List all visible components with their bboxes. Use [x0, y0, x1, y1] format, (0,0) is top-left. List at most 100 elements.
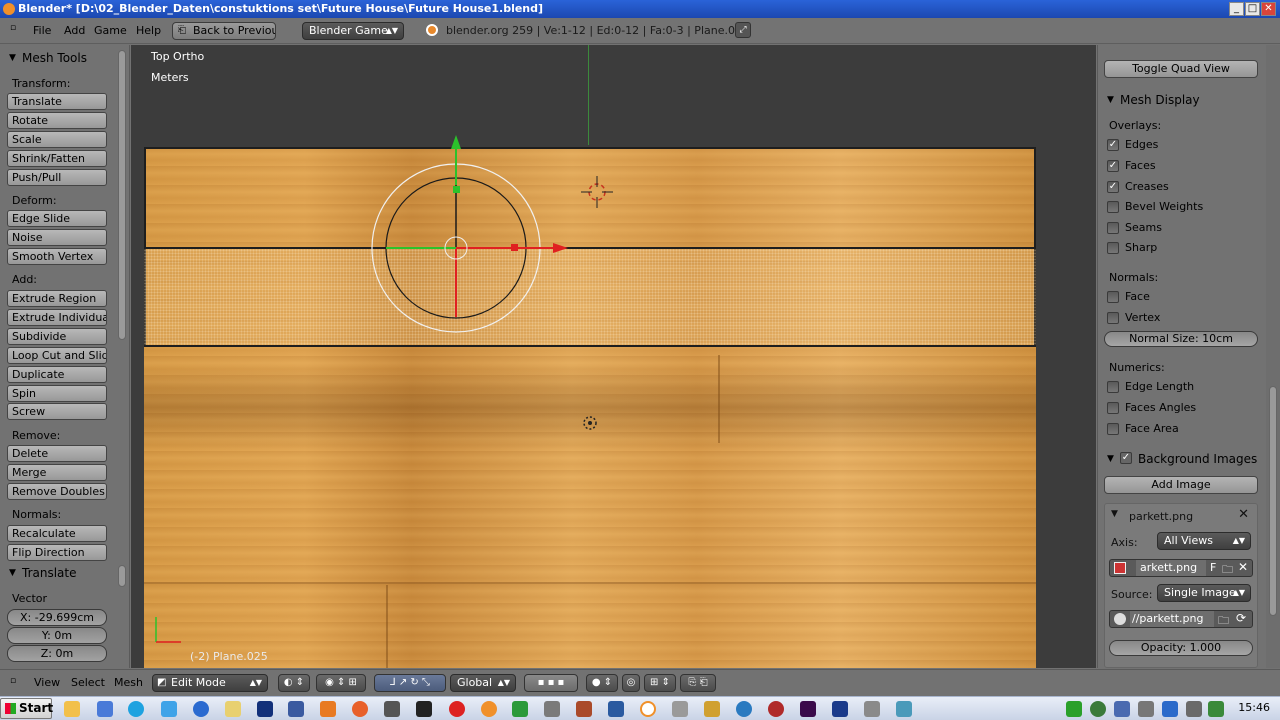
- menu-game[interactable]: Game: [94, 24, 127, 37]
- mode-selector[interactable]: ◩ Edit Mode ▲▼: [152, 674, 268, 692]
- app-icon[interactable]: [864, 701, 880, 717]
- proportional-edit-icon[interactable]: ◎: [622, 674, 640, 692]
- vlc-icon[interactable]: [320, 701, 336, 717]
- explorer-icon[interactable]: [64, 701, 80, 717]
- flip-direction-button[interactable]: Flip Direction: [7, 544, 107, 561]
- face-area-checkbox[interactable]: Face Area: [1107, 422, 1179, 438]
- tray-icon[interactable]: [1138, 701, 1154, 717]
- opacity-field[interactable]: Opacity: 1.000: [1109, 640, 1253, 656]
- mesh-display-header[interactable]: ▼ Mesh Display: [1098, 89, 1264, 111]
- 3d-cursor-icon[interactable]: [581, 176, 613, 208]
- app-icon[interactable]: [384, 701, 400, 717]
- check-icon[interactable]: ✓: [1120, 452, 1132, 464]
- app-icon[interactable]: [704, 701, 720, 717]
- bevel-weights-checkbox[interactable]: Bevel Weights: [1107, 200, 1203, 216]
- word-icon[interactable]: [608, 701, 624, 717]
- render-preview-icon[interactable]: ⎘ ⎗: [680, 674, 716, 692]
- opera-icon[interactable]: [449, 701, 465, 717]
- normal-size-field[interactable]: Normal Size: 10cm: [1104, 331, 1258, 347]
- faces-checkbox[interactable]: ✓ Faces: [1107, 159, 1156, 175]
- remove-image-icon[interactable]: ✕: [1238, 507, 1249, 522]
- background-images-header[interactable]: ▼ ✓ Background Images: [1098, 448, 1264, 470]
- remove-doubles-button[interactable]: Remove Doubles: [7, 483, 107, 500]
- back-to-previous-button[interactable]: ⎗ Back to Previous: [172, 22, 276, 40]
- app-icon[interactable]: [672, 701, 688, 717]
- close-button[interactable]: ✕: [1261, 2, 1276, 16]
- expand-triangle-icon[interactable]: ▼: [1111, 509, 1118, 519]
- photoshop-icon[interactable]: [257, 701, 273, 717]
- blender-active-icon[interactable]: [640, 701, 656, 717]
- merge-button[interactable]: Merge: [7, 464, 107, 481]
- app-icon[interactable]: [544, 701, 560, 717]
- translate-button[interactable]: Translate: [7, 93, 107, 110]
- tray-icon[interactable]: [1066, 701, 1082, 717]
- vector-z-field[interactable]: Z: 0m: [7, 645, 107, 662]
- select-menu[interactable]: Select: [71, 676, 105, 689]
- duplicate-button[interactable]: Duplicate: [7, 366, 107, 383]
- skype-icon[interactable]: [128, 701, 144, 717]
- x-arrow-head-icon[interactable]: [553, 243, 568, 253]
- app-icon[interactable]: [512, 701, 528, 717]
- mesh-tools-panel-header[interactable]: ▼ Mesh Tools: [0, 47, 118, 69]
- toggle-quad-view-button[interactable]: Toggle Quad View: [1104, 60, 1258, 78]
- rotate-button[interactable]: Rotate: [7, 112, 107, 129]
- tool-icon[interactable]: [288, 701, 304, 717]
- open-file-icon[interactable]: 🗀: [1218, 612, 1229, 631]
- shrink-fatten-button[interactable]: Shrink/Fatten: [7, 150, 107, 167]
- packed-file-icon[interactable]: [1114, 613, 1126, 625]
- edge-slide-button[interactable]: Edge Slide: [7, 210, 107, 227]
- editor-type-icon[interactable]: ▫: [10, 23, 16, 33]
- app-icon[interactable]: [768, 701, 784, 717]
- unlink-icon[interactable]: ✕: [1238, 560, 1248, 574]
- source-selector[interactable]: Single Image ▲▼: [1157, 584, 1251, 602]
- push-pull-button[interactable]: Push/Pull: [7, 169, 107, 186]
- limit-selection-toggle[interactable]: ● ⇕: [586, 674, 618, 692]
- app-icon[interactable]: [832, 701, 848, 717]
- manipulator-toggles[interactable]: ⅃ ↗ ↻ ⤡: [374, 674, 446, 692]
- edges-checkbox[interactable]: ✓ Edges: [1107, 138, 1158, 154]
- subdivide-button[interactable]: Subdivide: [7, 328, 107, 345]
- browser-icon[interactable]: [193, 701, 209, 717]
- translate-operator-header[interactable]: ▼ Translate: [0, 562, 118, 584]
- smooth-vertex-button[interactable]: Smooth Vertex: [7, 248, 107, 265]
- filepath-field[interactable]: //parkett.png: [1130, 611, 1214, 627]
- properties-scrollbar[interactable]: [1269, 386, 1277, 616]
- spin-button[interactable]: Spin: [7, 385, 107, 402]
- noise-button[interactable]: Noise: [7, 229, 107, 246]
- image-name-field[interactable]: arkett.png: [1136, 560, 1206, 576]
- transform-orientation-selector[interactable]: Global ▲▼: [450, 674, 516, 692]
- network-icon[interactable]: [1208, 701, 1224, 717]
- face-normals-checkbox[interactable]: Face: [1107, 290, 1150, 306]
- toolshelf-scrollbar[interactable]: [118, 50, 126, 340]
- folder-icon[interactable]: [225, 701, 241, 717]
- sharp-checkbox[interactable]: Sharp: [1107, 241, 1157, 257]
- screw-button[interactable]: Screw: [7, 403, 107, 420]
- select-mode-buttons[interactable]: ▪ ▪ ▪: [524, 674, 578, 692]
- start-button[interactable]: Start: [0, 698, 53, 719]
- 3d-viewport[interactable]: Top Ortho Meters (-2) Plane.025: [131, 45, 1096, 668]
- seams-checkbox[interactable]: Seams: [1107, 221, 1162, 237]
- recalculate-button[interactable]: Recalculate: [7, 525, 107, 542]
- delete-button[interactable]: Delete: [7, 445, 107, 462]
- engine-selector[interactable]: Blender Game ▲▼: [302, 22, 404, 40]
- extrude-region-button[interactable]: Extrude Region: [7, 290, 107, 307]
- menu-help[interactable]: Help: [136, 24, 161, 37]
- snap-element-selector[interactable]: ⊞ ⇕: [644, 674, 676, 692]
- edge-length-checkbox[interactable]: Edge Length: [1107, 380, 1194, 396]
- view-menu[interactable]: View: [34, 676, 60, 689]
- extrude-individual-button[interactable]: Extrude Individual: [7, 309, 107, 326]
- app-icon[interactable]: [736, 701, 752, 717]
- app-icon[interactable]: [576, 701, 592, 717]
- y-scale-handle[interactable]: [453, 186, 460, 193]
- editor-type-icon[interactable]: ▫: [10, 676, 16, 686]
- axis-selector[interactable]: All Views ▲▼: [1157, 532, 1251, 550]
- add-image-button[interactable]: Add Image: [1104, 476, 1258, 494]
- messenger-icon[interactable]: [161, 701, 177, 717]
- loop-cut-button[interactable]: Loop Cut and Slide: [7, 347, 107, 364]
- y-arrow-head-icon[interactable]: [451, 135, 461, 149]
- reload-icon[interactable]: ⟳: [1236, 611, 1246, 625]
- open-file-icon[interactable]: 🗀: [1222, 561, 1233, 580]
- scale-button[interactable]: Scale: [7, 131, 107, 148]
- operator-scrollbar[interactable]: [118, 565, 126, 587]
- screen-icon[interactable]: ⤢: [735, 22, 751, 38]
